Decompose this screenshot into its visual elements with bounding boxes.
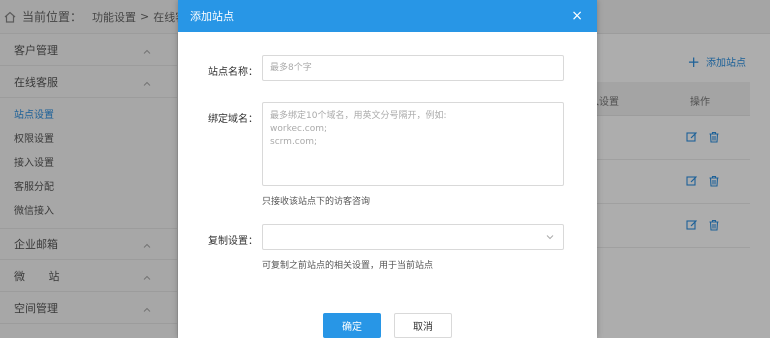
cancel-button[interactable]: 取消 bbox=[394, 313, 452, 338]
site-name-input[interactable] bbox=[262, 55, 564, 81]
dialog-header: 添加站点 × bbox=[178, 0, 597, 32]
site-name-label: 站点名称： bbox=[208, 67, 258, 78]
bind-domain-label: 绑定域名： bbox=[208, 114, 258, 125]
bind-domain-textarea[interactable] bbox=[262, 102, 564, 186]
copy-settings-hint: 可复制之前站点的相关设置，用于当前站点 bbox=[262, 261, 434, 271]
close-icon[interactable]: × bbox=[571, 9, 583, 23]
confirm-button[interactable]: 确定 bbox=[323, 313, 381, 338]
bind-domain-hint: 只接收该站点下的访客咨询 bbox=[262, 197, 371, 207]
dialog-title: 添加站点 bbox=[190, 10, 234, 23]
add-site-dialog: 添加站点 × 站点名称： 绑定域名： 只接收该站点下的访客咨询 复制设置： 可复… bbox=[178, 0, 597, 338]
copy-settings-label: 复制设置： bbox=[208, 236, 258, 247]
chevron-down-icon bbox=[546, 233, 554, 241]
copy-settings-select[interactable] bbox=[262, 224, 564, 250]
